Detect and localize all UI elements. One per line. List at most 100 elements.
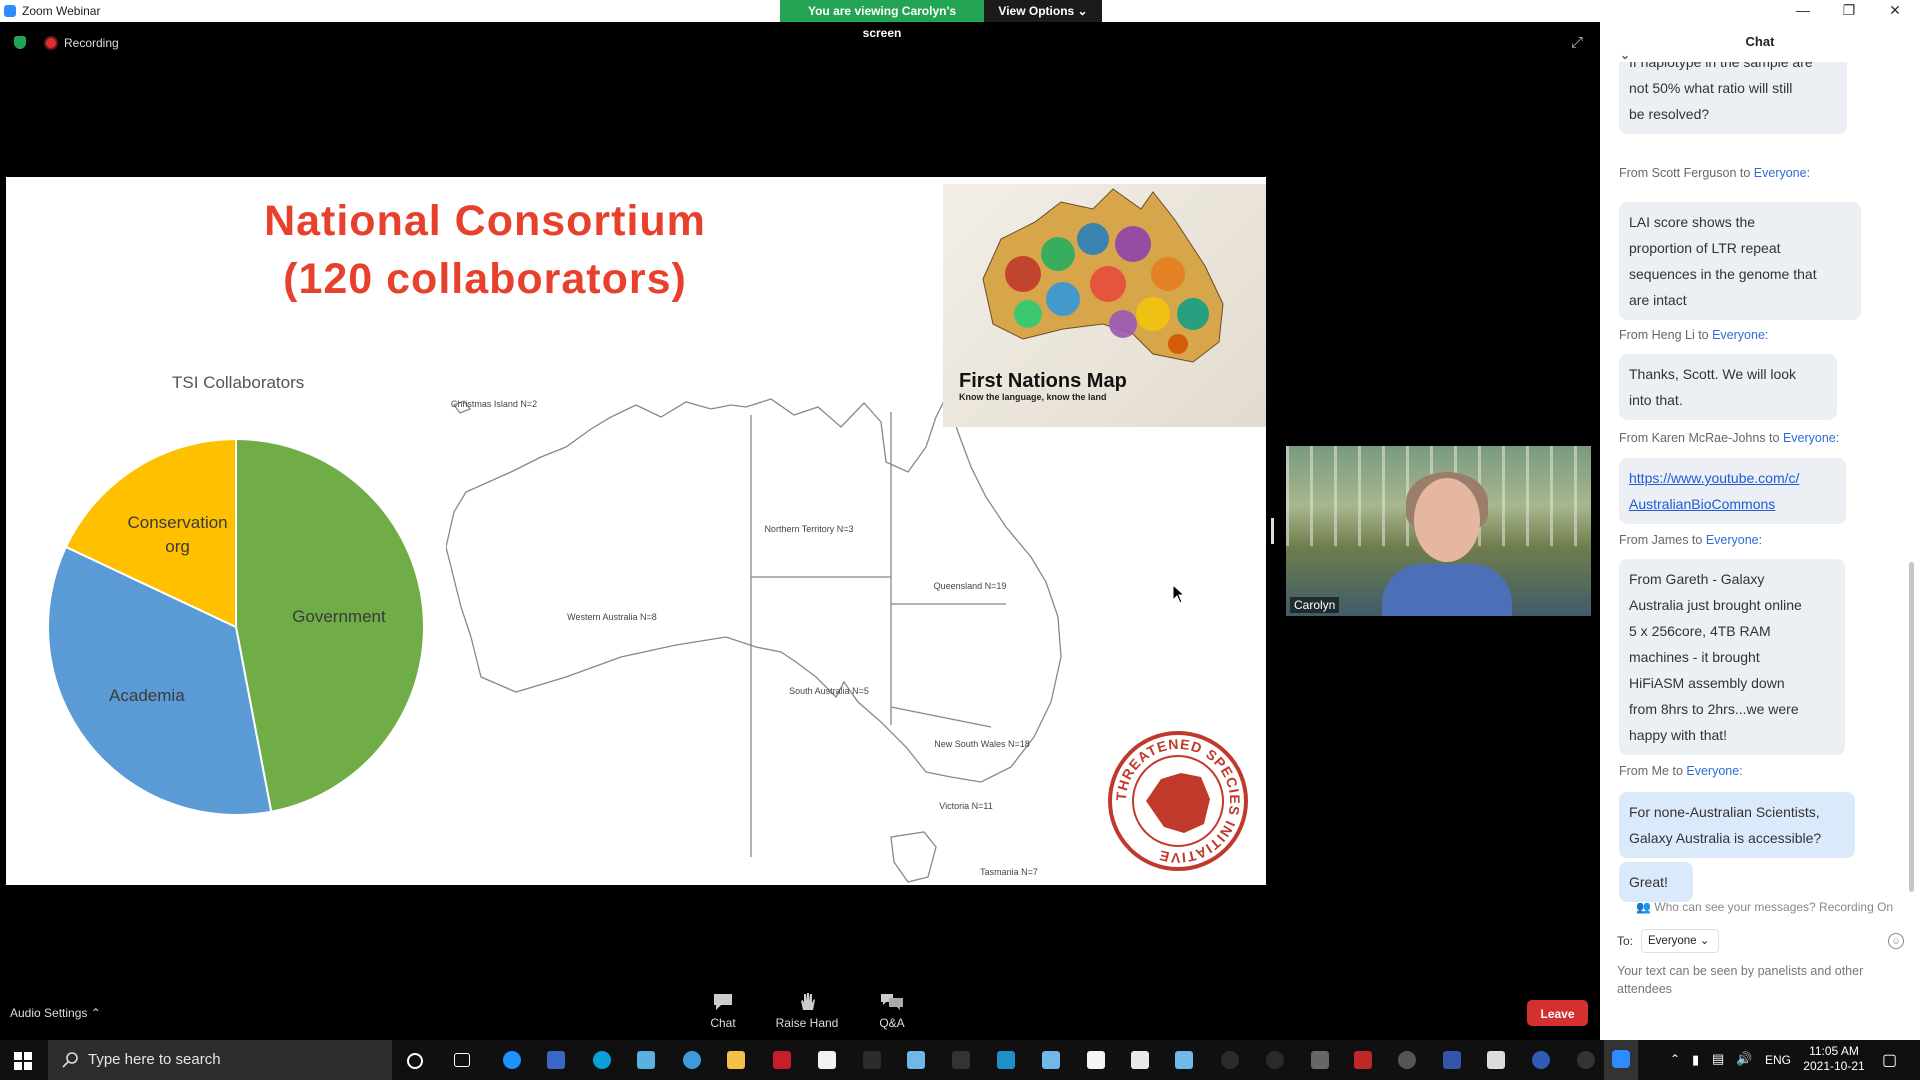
leave-button[interactable]: Leave [1527,1000,1588,1026]
people-icon: 👥 [1636,900,1651,914]
chat-message-bubble[interactable]: LAI score shows the proportion of LTR rep… [1619,202,1861,320]
recipient-name[interactable]: Everyone: [1754,166,1810,180]
audio-settings-button[interactable]: Audio Settings ⌃ [10,1006,101,1020]
to-label: To: [1617,934,1634,948]
sender-name: From Karen McRae-Johns to [1619,431,1783,445]
volume-icon[interactable]: 🔊 [1736,1051,1752,1067]
chat-message-bubble[interactable]: Great! [1619,862,1693,902]
app-icon-16[interactable] [1577,1051,1595,1069]
edge-browser-icon[interactable] [593,1051,611,1069]
view-options-button[interactable]: View Options ⌄ [984,0,1102,22]
graduation-cap-icon[interactable] [863,1051,881,1069]
r-language-icon[interactable] [1532,1051,1550,1069]
encryption-shield-icon[interactable] [14,36,26,49]
fullscreen-icon[interactable]: ⤢ [1571,35,1585,50]
app-icon-7[interactable] [997,1051,1015,1069]
chat-message-bubble[interactable]: https://www.youtube.com/c/AustralianBioC… [1619,458,1846,524]
chat-message-text: from 8hrs to 2hrs...we were [1629,701,1799,717]
raise-hand-label: Raise Hand [775,1016,839,1030]
app-icon-2[interactable] [637,1051,655,1069]
clock[interactable]: 11:05 AM 2021-10-21 [1796,1044,1872,1074]
app-icon-3[interactable] [773,1051,791,1069]
notifications-icon[interactable]: ▢ [1882,1050,1897,1070]
globe-icon[interactable] [683,1051,701,1069]
github-icon[interactable] [1221,1051,1239,1069]
battery-icon[interactable]: ▮ [1692,1052,1699,1068]
map-label-queensland: Queensland N=19 [934,581,1007,591]
app-icon-4[interactable] [818,1051,836,1069]
chat-message-text: LAI score shows the [1629,214,1756,230]
chat-message-text: If haplotype in the sample are [1629,62,1813,70]
emoji-icon[interactable]: ☺ [1888,933,1904,949]
participant-video-tile[interactable]: Carolyn [1286,446,1591,616]
app-icon-13[interactable] [1354,1051,1372,1069]
chat-link[interactable]: AustralianBioCommons [1629,491,1836,517]
github-icon-2[interactable] [1266,1051,1284,1069]
app-icon-8[interactable] [1042,1051,1060,1069]
github-icon-3[interactable] [1398,1051,1416,1069]
chat-message-bubble[interactable]: Thanks, Scott. We will look into that. [1619,354,1837,420]
file-explorer-icon[interactable] [727,1051,745,1069]
chat-message-bubble[interactable]: From Gareth - Galaxy Australia just broug… [1619,559,1845,755]
zoom-taskbar-button[interactable] [1604,1040,1638,1080]
recipient-name[interactable]: Everyone: [1783,431,1839,445]
map-label-new-south-wales: New South Wales N=18 [934,739,1029,749]
chat-message-text: 5 x 256core, 4TB RAM [1629,623,1771,639]
cortana-icon[interactable] [407,1053,423,1069]
viewing-screen-label: You are viewing Carolyn's screen [780,0,984,40]
raise-hand-button[interactable]: Raise Hand [762,992,852,1030]
internet-explorer-icon[interactable] [503,1051,521,1069]
app-icon-15[interactable] [1487,1051,1505,1069]
panel-resize-handle[interactable] [1271,518,1274,544]
chat-message-bubble[interactable]: For none-Australian Scientists, Galaxy Au… [1619,792,1855,858]
recipient-name[interactable]: Everyone: [1706,533,1762,547]
chat-panel: ⌄ Chat If haplotype in the sample are not… [1600,22,1920,1040]
map-label-christmas-island: Christmas Island N=2 [451,399,537,409]
state-borders [750,412,1006,857]
pie-label-conservation-org: Conservation org [127,512,228,556]
chat-input[interactable]: Your text can be seen by panelists and o… [1617,962,1897,998]
app-icon-11[interactable] [1175,1051,1193,1069]
recipient-name[interactable]: Everyone: [1686,764,1742,778]
chat-message-text: From Gareth - Galaxy [1629,571,1765,587]
pie-chart-title: TSI Collaborators [172,373,305,392]
app-icon-1[interactable] [547,1051,565,1069]
chat-link[interactable]: https://www.youtube.com/c/ [1629,465,1836,491]
app-icon-14[interactable] [1443,1051,1461,1069]
participant-face [1414,478,1480,562]
taskbar-search-placeholder: Type here to search [88,1051,221,1068]
close-button[interactable]: ✕ [1872,0,1918,22]
windows-start-icon[interactable] [14,1052,32,1070]
app-icon-6[interactable] [952,1051,970,1069]
zoom-icon [1612,1050,1630,1068]
qa-button[interactable]: Q&A [847,992,937,1030]
map-label-victoria: Victoria N=11 [939,801,992,811]
slide-title-line-2: (120 collaborators) [283,255,687,303]
recipient-dropdown[interactable]: Everyone ⌄ [1641,929,1719,953]
shared-screen-slide: National Consortium (120 collaborators) … [6,177,1266,885]
sender-name: From James to [1619,533,1706,547]
input-language[interactable]: ENG [1765,1053,1791,1067]
task-view-icon[interactable] [454,1053,470,1067]
recipient-name[interactable]: Everyone: [1712,328,1768,342]
app-icon-5[interactable] [907,1051,925,1069]
chat-message-text: machines - it brought [1629,649,1760,665]
map-label-northern-territory: Northern Territory N=3 [764,524,853,534]
app-icon-12[interactable] [1311,1051,1329,1069]
chat-message-list[interactable]: If haplotype in the sample are not 50% wh… [1600,62,1920,902]
app-icon-9[interactable] [1087,1051,1105,1069]
tray-chevron-up-icon[interactable]: ⌃ [1670,1052,1680,1066]
chat-button[interactable]: Chat [678,992,768,1030]
minimize-button[interactable]: — [1780,0,1826,22]
map-label-western-australia: Western Australia N=8 [567,612,657,622]
app-icon-10[interactable] [1131,1051,1149,1069]
chat-message-bubble[interactable]: If haplotype in the sample are not 50% wh… [1619,62,1847,134]
tasmania-outline [890,831,937,883]
network-icon[interactable]: ▤ [1712,1051,1724,1067]
who-can-see-messages[interactable]: 👥 Who can see your messages? Recording O… [1636,900,1893,914]
audio-settings-label: Audio Settings [10,1006,88,1020]
chat-scrollbar[interactable] [1909,562,1914,892]
restore-button[interactable]: ❐ [1826,0,1872,22]
mouse-cursor-icon [1172,584,1186,604]
taskbar-search-box[interactable]: Type here to search [48,1040,392,1080]
